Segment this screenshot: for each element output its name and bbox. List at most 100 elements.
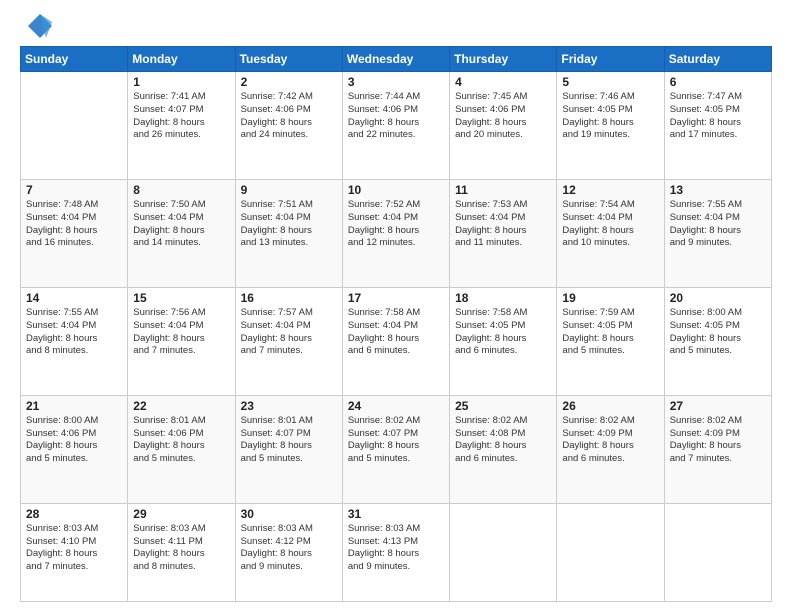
calendar-cell: 22Sunrise: 8:01 AM Sunset: 4:06 PM Dayli… xyxy=(128,395,235,503)
calendar-cell: 14 Sunrise: 7:55 AM Sunset: 4:04 PM Dayli… xyxy=(21,287,128,395)
day-number: 30 xyxy=(241,507,337,521)
calendar-table: SundayMondayTuesdayWednesdayThursdayFrid… xyxy=(20,46,772,602)
week-row-4: 21 Sunrise: 8:00 AM Sunset: 4:06 PM Dayli… xyxy=(21,395,772,503)
calendar-cell: 23 Sunrise: 8:01 AM Sunset: 4:07 PM Dayli… xyxy=(235,395,342,503)
week-row-5: 28 Sunrise: 8:03 AM Sunset: 4:10 PM Dayli… xyxy=(21,503,772,601)
day-number: 19 xyxy=(562,291,658,305)
day-info: Sunrise: 7:57 AM Sunset: 4:04 PM Dayligh… xyxy=(241,307,337,358)
day-info: Sunrise: 8:03 AM Sunset: 4:10 PM Dayligh… xyxy=(26,523,122,574)
calendar-cell: 31 Sunrise: 8:03 AM Sunset: 4:13 PM Dayli… xyxy=(342,503,449,601)
day-info: Sunrise: 7:58 AM Sunset: 4:05 PM Dayligh… xyxy=(455,307,551,358)
day-number: 20 xyxy=(670,291,766,305)
calendar-cell: 3Sunrise: 7:44 AM Sunset: 4:06 PM Daylig… xyxy=(342,72,449,180)
day-number: 14 xyxy=(26,291,122,305)
day-info: Sunrise: 8:03 AM Sunset: 4:13 PM Dayligh… xyxy=(348,523,444,574)
day-number: 9 xyxy=(241,183,337,197)
day-info: Sunrise: 8:02 AM Sunset: 4:09 PM Dayligh… xyxy=(670,415,766,466)
day-info: Sunrise: 7:51 AM Sunset: 4:04 PM Dayligh… xyxy=(241,199,337,250)
calendar-cell: 18Sunrise: 7:58 AM Sunset: 4:05 PM Dayli… xyxy=(450,287,557,395)
day-number: 12 xyxy=(562,183,658,197)
calendar-cell xyxy=(664,503,771,601)
day-number: 25 xyxy=(455,399,551,413)
calendar-cell: 29 Sunrise: 8:03 AM Sunset: 4:11 PM Dayli… xyxy=(128,503,235,601)
page: SundayMondayTuesdayWednesdayThursdayFrid… xyxy=(0,0,792,612)
calendar-cell: 19 Sunrise: 7:59 AM Sunset: 4:05 PM Dayli… xyxy=(557,287,664,395)
day-number: 26 xyxy=(562,399,658,413)
day-number: 5 xyxy=(562,75,658,89)
week-row-3: 14 Sunrise: 7:55 AM Sunset: 4:04 PM Dayli… xyxy=(21,287,772,395)
day-info: Sunrise: 7:44 AM Sunset: 4:06 PM Dayligh… xyxy=(348,91,444,142)
day-number: 21 xyxy=(26,399,122,413)
day-number: 23 xyxy=(241,399,337,413)
day-number: 16 xyxy=(241,291,337,305)
day-info: Sunrise: 7:53 AM Sunset: 4:04 PM Dayligh… xyxy=(455,199,551,250)
calendar-cell: 13 Sunrise: 7:55 AM Sunset: 4:04 PM Dayli… xyxy=(664,179,771,287)
calendar-cell: 4Sunrise: 7:45 AM Sunset: 4:06 PM Daylig… xyxy=(450,72,557,180)
calendar-cell: 15 Sunrise: 7:56 AM Sunset: 4:04 PM Dayli… xyxy=(128,287,235,395)
calendar-cell xyxy=(450,503,557,601)
day-info: Sunrise: 8:02 AM Sunset: 4:07 PM Dayligh… xyxy=(348,415,444,466)
day-number: 29 xyxy=(133,507,229,521)
calendar-cell: 17Sunrise: 7:58 AM Sunset: 4:04 PM Dayli… xyxy=(342,287,449,395)
calendar-cell xyxy=(557,503,664,601)
logo xyxy=(20,16,54,40)
day-number: 15 xyxy=(133,291,229,305)
day-number: 28 xyxy=(26,507,122,521)
calendar-cell: 10 Sunrise: 7:52 AM Sunset: 4:04 PM Dayli… xyxy=(342,179,449,287)
day-info: Sunrise: 7:52 AM Sunset: 4:04 PM Dayligh… xyxy=(348,199,444,250)
day-info: Sunrise: 8:01 AM Sunset: 4:07 PM Dayligh… xyxy=(241,415,337,466)
day-number: 7 xyxy=(26,183,122,197)
calendar-cell: 30 Sunrise: 8:03 AM Sunset: 4:12 PM Dayli… xyxy=(235,503,342,601)
calendar-cell: 7Sunrise: 7:48 AM Sunset: 4:04 PM Daylig… xyxy=(21,179,128,287)
day-info: Sunrise: 7:59 AM Sunset: 4:05 PM Dayligh… xyxy=(562,307,658,358)
day-info: Sunrise: 7:41 AM Sunset: 4:07 PM Dayligh… xyxy=(133,91,229,142)
day-info: Sunrise: 7:50 AM Sunset: 4:04 PM Dayligh… xyxy=(133,199,229,250)
calendar-cell: 1 Sunrise: 7:41 AM Sunset: 4:07 PM Daylig… xyxy=(128,72,235,180)
weekday-header-wednesday: Wednesday xyxy=(342,47,449,72)
calendar-cell: 16 Sunrise: 7:57 AM Sunset: 4:04 PM Dayli… xyxy=(235,287,342,395)
day-number: 11 xyxy=(455,183,551,197)
header xyxy=(20,16,772,40)
calendar-cell: 21 Sunrise: 8:00 AM Sunset: 4:06 PM Dayli… xyxy=(21,395,128,503)
day-info: Sunrise: 7:42 AM Sunset: 4:06 PM Dayligh… xyxy=(241,91,337,142)
logo-icon xyxy=(26,12,54,40)
day-info: Sunrise: 8:03 AM Sunset: 4:12 PM Dayligh… xyxy=(241,523,337,574)
day-info: Sunrise: 8:00 AM Sunset: 4:05 PM Dayligh… xyxy=(670,307,766,358)
calendar-cell: 5 Sunrise: 7:46 AM Sunset: 4:05 PM Daylig… xyxy=(557,72,664,180)
day-info: Sunrise: 7:55 AM Sunset: 4:04 PM Dayligh… xyxy=(26,307,122,358)
day-info: Sunrise: 7:54 AM Sunset: 4:04 PM Dayligh… xyxy=(562,199,658,250)
calendar-cell: 26 Sunrise: 8:02 AM Sunset: 4:09 PM Dayli… xyxy=(557,395,664,503)
calendar-cell: 28 Sunrise: 8:03 AM Sunset: 4:10 PM Dayli… xyxy=(21,503,128,601)
day-info: Sunrise: 8:02 AM Sunset: 4:08 PM Dayligh… xyxy=(455,415,551,466)
day-info: Sunrise: 7:58 AM Sunset: 4:04 PM Dayligh… xyxy=(348,307,444,358)
day-number: 22 xyxy=(133,399,229,413)
calendar-cell: 11 Sunrise: 7:53 AM Sunset: 4:04 PM Dayli… xyxy=(450,179,557,287)
week-row-2: 7Sunrise: 7:48 AM Sunset: 4:04 PM Daylig… xyxy=(21,179,772,287)
week-row-1: 1 Sunrise: 7:41 AM Sunset: 4:07 PM Daylig… xyxy=(21,72,772,180)
weekday-header-sunday: Sunday xyxy=(21,47,128,72)
day-number: 24 xyxy=(348,399,444,413)
day-info: Sunrise: 8:00 AM Sunset: 4:06 PM Dayligh… xyxy=(26,415,122,466)
calendar-cell: 27 Sunrise: 8:02 AM Sunset: 4:09 PM Dayli… xyxy=(664,395,771,503)
day-number: 6 xyxy=(670,75,766,89)
weekday-header-row: SundayMondayTuesdayWednesdayThursdayFrid… xyxy=(21,47,772,72)
day-number: 31 xyxy=(348,507,444,521)
day-number: 1 xyxy=(133,75,229,89)
day-number: 2 xyxy=(241,75,337,89)
day-info: Sunrise: 7:56 AM Sunset: 4:04 PM Dayligh… xyxy=(133,307,229,358)
calendar-cell: 24 Sunrise: 8:02 AM Sunset: 4:07 PM Dayli… xyxy=(342,395,449,503)
day-info: Sunrise: 8:02 AM Sunset: 4:09 PM Dayligh… xyxy=(562,415,658,466)
day-info: Sunrise: 7:46 AM Sunset: 4:05 PM Dayligh… xyxy=(562,91,658,142)
calendar-cell: 25 Sunrise: 8:02 AM Sunset: 4:08 PM Dayli… xyxy=(450,395,557,503)
day-number: 13 xyxy=(670,183,766,197)
day-number: 27 xyxy=(670,399,766,413)
calendar-cell xyxy=(21,72,128,180)
day-info: Sunrise: 8:03 AM Sunset: 4:11 PM Dayligh… xyxy=(133,523,229,574)
calendar-cell: 9 Sunrise: 7:51 AM Sunset: 4:04 PM Daylig… xyxy=(235,179,342,287)
weekday-header-saturday: Saturday xyxy=(664,47,771,72)
day-number: 10 xyxy=(348,183,444,197)
day-info: Sunrise: 7:55 AM Sunset: 4:04 PM Dayligh… xyxy=(670,199,766,250)
calendar-cell: 6Sunrise: 7:47 AM Sunset: 4:05 PM Daylig… xyxy=(664,72,771,180)
weekday-header-monday: Monday xyxy=(128,47,235,72)
calendar-cell: 2 Sunrise: 7:42 AM Sunset: 4:06 PM Daylig… xyxy=(235,72,342,180)
